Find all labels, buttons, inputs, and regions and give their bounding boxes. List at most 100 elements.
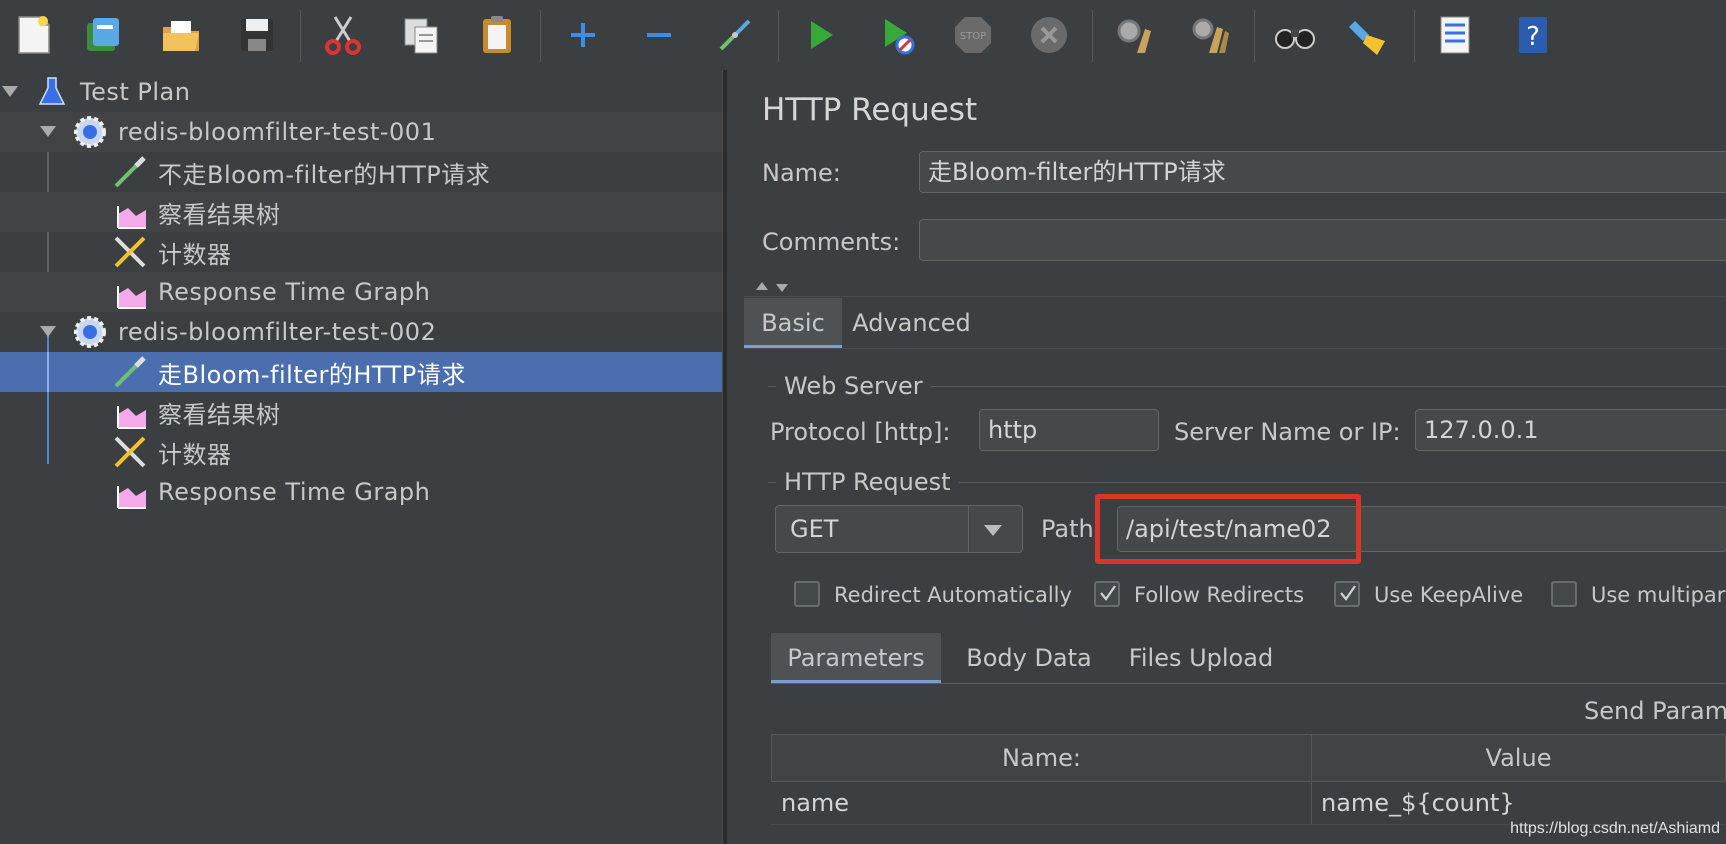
search-icon[interactable] bbox=[1270, 10, 1320, 60]
copy-icon[interactable] bbox=[396, 10, 446, 60]
function-helper-icon[interactable] bbox=[1430, 10, 1480, 60]
graph-icon bbox=[117, 206, 146, 229]
tree-item-counter[interactable]: 计数器 bbox=[0, 232, 722, 272]
tree-item-test-plan[interactable]: Test Plan bbox=[0, 72, 722, 112]
templates-icon[interactable] bbox=[78, 10, 128, 60]
expand-arrow-icon[interactable] bbox=[2, 86, 18, 97]
collapse-up-icon[interactable] bbox=[756, 282, 770, 292]
tree-item-label: 察看结果树 bbox=[158, 400, 281, 429]
open-folder-icon[interactable] bbox=[156, 10, 206, 60]
tree-item-label: 不走Bloom-filter的HTTP请求 bbox=[158, 160, 491, 189]
method-select[interactable]: GET bbox=[775, 505, 1023, 553]
redirect-automatically-checkbox[interactable] bbox=[794, 581, 820, 607]
checkbox-label: Follow Redirects bbox=[1134, 583, 1305, 607]
start-no-pauses-icon[interactable] bbox=[872, 10, 922, 60]
chevron-down-icon bbox=[984, 525, 1002, 536]
start-icon[interactable] bbox=[796, 10, 846, 60]
graph-icon bbox=[117, 406, 146, 429]
table-header-value[interactable]: Value bbox=[1311, 734, 1726, 782]
http-request-panel: HTTP Request Name: 走Bloom-filter的HTTP请求 … bbox=[744, 70, 1726, 844]
page-title: HTTP Request bbox=[762, 92, 978, 128]
web-server-legend: Web Server bbox=[776, 372, 931, 400]
tree-item-label: Test Plan bbox=[80, 78, 191, 106]
paste-icon[interactable] bbox=[472, 10, 522, 60]
server-name-label: Server Name or IP: bbox=[1174, 418, 1401, 446]
stop-icon[interactable]: STOP bbox=[948, 10, 998, 60]
toggle-icon[interactable] bbox=[710, 10, 760, 60]
table-cell-name[interactable]: name bbox=[781, 782, 849, 824]
gear-icon bbox=[74, 316, 106, 348]
tab-files-upload[interactable]: Files Upload bbox=[1116, 633, 1286, 683]
comments-label: Comments: bbox=[762, 228, 901, 256]
shutdown-icon[interactable] bbox=[1024, 10, 1074, 60]
tab-basic[interactable]: Basic bbox=[744, 298, 842, 348]
http-request-legend: HTTP Request bbox=[776, 468, 959, 496]
tree-item-label: redis-bloomfilter-test-001 bbox=[118, 118, 437, 146]
tree-item-thread-group[interactable]: redis-bloomfilter-test-001 bbox=[0, 112, 722, 152]
test-plan-tree: Test Plan redis-bloomfilter-test-001 不走B… bbox=[0, 70, 722, 844]
use-multipart-checkbox[interactable] bbox=[1551, 581, 1577, 607]
collapse-down-icon[interactable] bbox=[776, 284, 790, 294]
gear-icon bbox=[74, 116, 106, 148]
expand-arrow-icon[interactable] bbox=[40, 326, 56, 337]
reset-search-icon[interactable] bbox=[1346, 10, 1396, 60]
tree-item-http-sampler-selected[interactable]: 走Bloom-filter的HTTP请求 bbox=[0, 352, 722, 392]
help-icon[interactable]: ? bbox=[1508, 10, 1558, 60]
tree-item-label: Response Time Graph bbox=[158, 278, 431, 306]
highlight-box bbox=[1095, 494, 1361, 564]
use-keepalive-checkbox[interactable] bbox=[1334, 581, 1360, 607]
tree-item-listener[interactable]: 察看结果树 bbox=[0, 392, 722, 432]
tree-item-listener[interactable]: 察看结果树 bbox=[0, 192, 722, 232]
tree-item-label: 计数器 bbox=[158, 440, 232, 469]
tools-icon bbox=[114, 236, 146, 268]
table-row[interactable]: name name_${count} bbox=[771, 782, 1726, 825]
clear-all-icon[interactable] bbox=[1186, 10, 1236, 60]
protocol-field[interactable]: http bbox=[979, 409, 1159, 451]
checkbox-label: Use KeepAlive bbox=[1374, 583, 1524, 607]
graph-icon bbox=[117, 286, 146, 309]
tab-body-data[interactable]: Body Data bbox=[944, 633, 1114, 683]
tree-item-label: 察看结果树 bbox=[158, 200, 281, 229]
split-pane-divider[interactable] bbox=[722, 70, 727, 844]
method-value: GET bbox=[790, 515, 839, 543]
table-header-name[interactable]: Name: bbox=[771, 734, 1312, 782]
graph-icon bbox=[117, 486, 146, 509]
cut-icon[interactable] bbox=[318, 10, 368, 60]
save-icon[interactable] bbox=[232, 10, 282, 60]
expand-all-icon[interactable] bbox=[558, 10, 608, 60]
tree-item-listener[interactable]: Response Time Graph bbox=[0, 472, 722, 512]
checkbox-label: Use multipart bbox=[1591, 583, 1726, 607]
tree-item-counter[interactable]: 计数器 bbox=[0, 432, 722, 472]
flask-icon bbox=[38, 77, 66, 105]
tree-item-label: redis-bloomfilter-test-002 bbox=[118, 318, 437, 346]
checkbox-label: Redirect Automatically bbox=[834, 583, 1072, 607]
tree-item-label: Response Time Graph bbox=[158, 478, 431, 506]
new-file-icon[interactable] bbox=[8, 10, 58, 60]
table-cell-value[interactable]: name_${count} bbox=[1321, 782, 1515, 824]
comments-field[interactable] bbox=[919, 219, 1726, 261]
server-name-field[interactable]: 127.0.0.1 bbox=[1415, 409, 1726, 451]
follow-redirects-checkbox[interactable] bbox=[1094, 581, 1120, 607]
watermark: https://blog.csdn.net/Ashiamd bbox=[1510, 820, 1720, 837]
pipette-icon bbox=[114, 356, 146, 388]
tab-parameters[interactable]: Parameters bbox=[771, 633, 941, 683]
svg-text:?: ? bbox=[1526, 22, 1540, 52]
tree-item-thread-group[interactable]: redis-bloomfilter-test-002 bbox=[0, 312, 722, 352]
tree-item-http-sampler[interactable]: 不走Bloom-filter的HTTP请求 bbox=[0, 152, 722, 192]
tree-item-label: 计数器 bbox=[158, 240, 232, 269]
name-label: Name: bbox=[762, 159, 841, 187]
send-params-label: Send Param bbox=[1584, 697, 1726, 725]
collapse-all-icon[interactable] bbox=[634, 10, 684, 60]
svg-text:STOP: STOP bbox=[960, 31, 986, 42]
toolbar: STOP ? bbox=[0, 0, 1726, 70]
protocol-label: Protocol [http]: bbox=[770, 418, 951, 446]
tree-item-listener[interactable]: Response Time Graph bbox=[0, 272, 722, 312]
tab-advanced[interactable]: Advanced bbox=[844, 298, 979, 348]
path-label: Path bbox=[1041, 515, 1094, 543]
expand-arrow-icon[interactable] bbox=[40, 126, 56, 137]
clear-icon[interactable] bbox=[1110, 10, 1160, 60]
tree-item-label: 走Bloom-filter的HTTP请求 bbox=[158, 360, 466, 389]
tools-icon bbox=[114, 436, 146, 468]
name-field[interactable]: 走Bloom-filter的HTTP请求 bbox=[919, 151, 1726, 193]
pipette-icon bbox=[114, 156, 146, 188]
